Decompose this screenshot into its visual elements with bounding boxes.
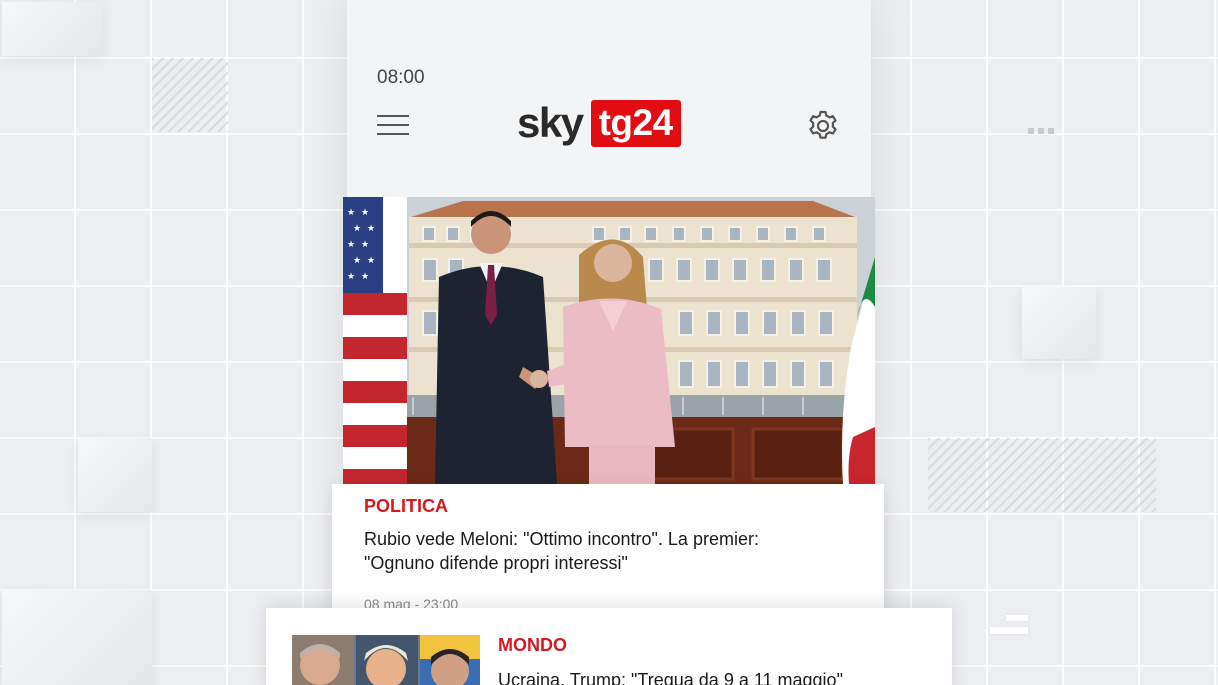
svg-text:★: ★ <box>347 208 355 218</box>
svg-text:★: ★ <box>367 256 375 266</box>
logo-sky-text: sky <box>517 99 584 146</box>
svg-text:★: ★ <box>361 272 369 282</box>
gear-icon[interactable] <box>805 108 841 144</box>
article-card[interactable]: MONDO Ucraina, Trump: "Tregua da 9 a 11 … <box>266 608 952 685</box>
article-category[interactable]: POLITICA <box>364 496 448 517</box>
article-thumbnail[interactable] <box>292 635 480 685</box>
background-tile <box>2 2 102 56</box>
background-tile <box>1022 287 1096 359</box>
status-time: 08:00 <box>377 67 425 88</box>
sky-tg24-logo[interactable]: sky tg24 <box>517 99 681 147</box>
article-category[interactable]: MONDO <box>498 635 567 656</box>
article-card[interactable]: POLITICA Rubio vede Meloni: "Ottimo inco… <box>332 484 884 612</box>
hero-image[interactable]: ★ ★ ★ ★ ★ ★ ★ ★ ★ ★ <box>343 197 875 484</box>
article-headline-line: "Ognuno difende propri interessi" <box>364 553 628 573</box>
background-tile <box>78 438 152 512</box>
article-headline[interactable]: Rubio vede Meloni: "Ottimo incontro". La… <box>364 527 759 575</box>
background-hatch <box>152 58 228 132</box>
svg-text:★: ★ <box>347 272 355 282</box>
svg-text:★: ★ <box>353 224 361 234</box>
svg-text:★: ★ <box>347 240 355 250</box>
svg-text:★: ★ <box>361 208 369 218</box>
decorative-bars <box>990 615 1028 640</box>
svg-text:★: ★ <box>353 256 361 266</box>
decorative-dots <box>1028 128 1054 134</box>
background-hatch <box>928 438 1156 512</box>
article-headline[interactable]: Ucraina, Trump: "Tregua da 9 a 11 maggio… <box>498 668 843 685</box>
article-headline-line: Rubio vede Meloni: "Ottimo incontro". La… <box>364 529 759 549</box>
svg-text:★: ★ <box>361 240 369 250</box>
logo-tg24-text: tg24 <box>590 99 681 147</box>
hamburger-menu-icon[interactable] <box>377 115 409 137</box>
background-tile <box>2 590 152 685</box>
svg-text:★: ★ <box>367 224 375 234</box>
